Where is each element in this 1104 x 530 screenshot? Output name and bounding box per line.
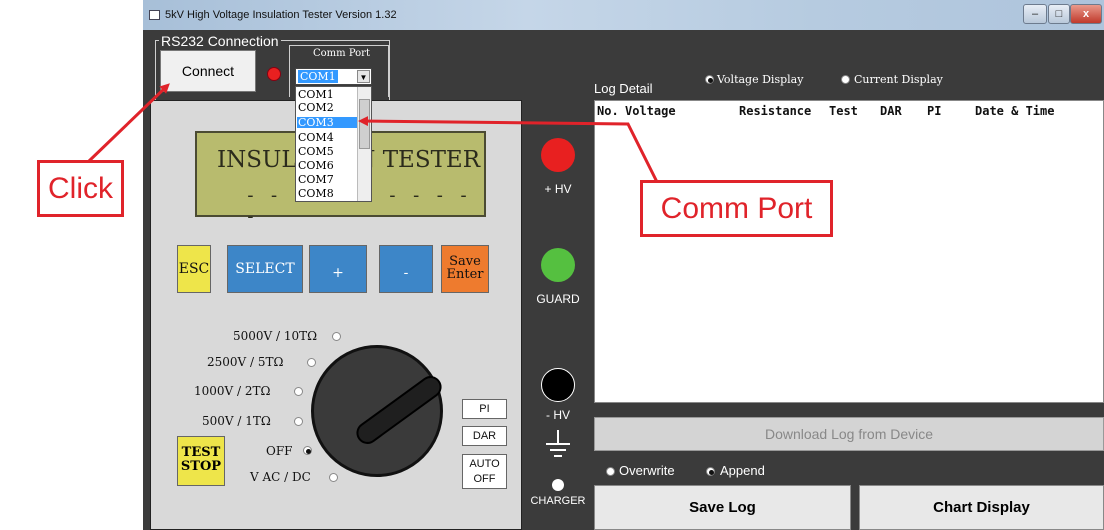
comm-port-callout: Comm Port <box>640 180 833 237</box>
click-arrow <box>86 83 170 164</box>
annotation-arrows <box>86 83 666 197</box>
click-callout: Click <box>37 160 124 217</box>
comm-port-arrow <box>358 116 666 197</box>
